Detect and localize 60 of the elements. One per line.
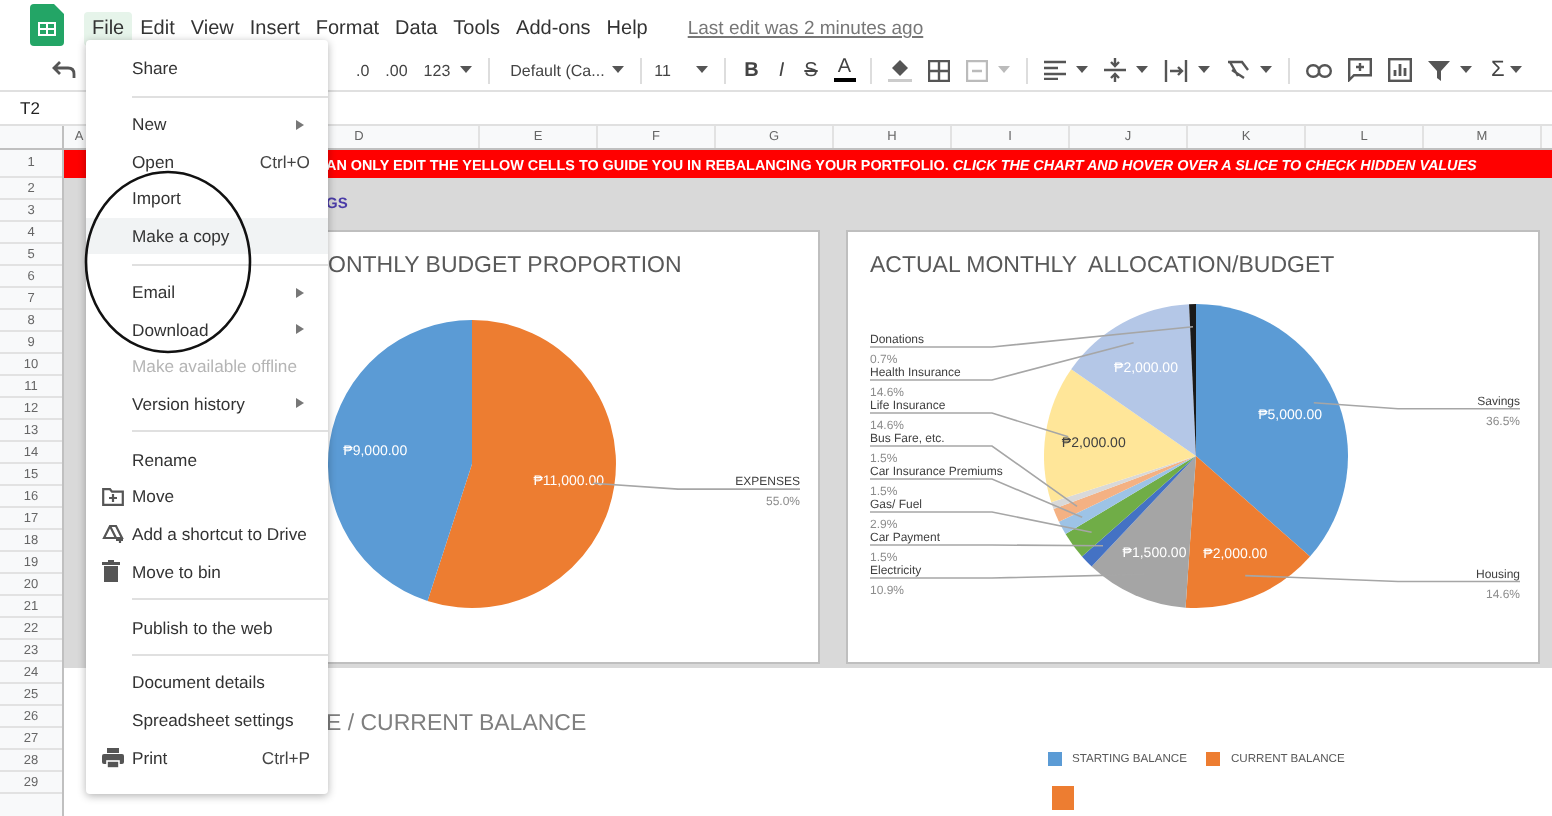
menu-item[interactable]: Print Ctrl+P bbox=[86, 738, 328, 776]
chart-bar bbox=[1052, 786, 1074, 810]
caret-icon[interactable] bbox=[1135, 66, 1148, 74]
submenu-arrow-icon bbox=[296, 324, 304, 335]
link-icon[interactable] bbox=[1305, 63, 1332, 77]
menu-item[interactable]: Share bbox=[86, 50, 328, 88]
menu-item[interactable]: Tools bbox=[445, 12, 509, 46]
functions-button[interactable]: Σ bbox=[1487, 58, 1509, 82]
menu-item[interactable]: Edit bbox=[132, 12, 183, 46]
caret-icon[interactable] bbox=[1259, 66, 1272, 74]
undo-icon[interactable] bbox=[52, 60, 76, 80]
caret-icon[interactable] bbox=[1197, 66, 1210, 74]
menu-item[interactable]: Help bbox=[598, 12, 656, 46]
caret-icon[interactable] bbox=[1075, 66, 1088, 74]
chart-title: ACTUAL MONTHLY ALLOCATION/BUDGET bbox=[870, 252, 1335, 282]
printer-icon bbox=[102, 747, 124, 768]
caret-icon[interactable] bbox=[1459, 66, 1472, 74]
number-format-button[interactable]: 123 bbox=[419, 61, 455, 79]
font-size-dropdown[interactable]: 11 bbox=[650, 61, 695, 79]
menu-item[interactable]: Format bbox=[307, 12, 388, 46]
filter-icon[interactable] bbox=[1427, 59, 1450, 81]
menu-item[interactable]: Make a copy bbox=[86, 217, 328, 255]
italic-button[interactable]: I bbox=[774, 59, 789, 81]
text-wrap-icon[interactable] bbox=[1163, 59, 1188, 81]
menu-item[interactable]: Import bbox=[86, 180, 328, 218]
increase-decimal-button[interactable]: .00 bbox=[381, 61, 412, 79]
align-left-icon[interactable] bbox=[1043, 60, 1066, 80]
caret-icon[interactable] bbox=[612, 66, 625, 74]
caret-icon[interactable] bbox=[1510, 66, 1523, 74]
bold-button[interactable]: B bbox=[740, 59, 763, 81]
chart-title: ONTHLY BUDGET PROPORTION bbox=[328, 252, 682, 282]
decrease-decimal-button[interactable]: .0 bbox=[352, 61, 374, 79]
text-color-button[interactable]: A bbox=[833, 58, 856, 82]
menu-item[interactable]: Data bbox=[387, 12, 446, 46]
menu-item[interactable]: Add-ons bbox=[508, 12, 599, 46]
text-rotation-icon[interactable] bbox=[1225, 60, 1250, 80]
cell-reference: T2 bbox=[20, 98, 40, 118]
sheets-logo-icon[interactable] bbox=[30, 4, 64, 46]
fill-color-icon[interactable] bbox=[887, 58, 912, 82]
vertical-align-icon[interactable] bbox=[1103, 58, 1126, 82]
chart-icon[interactable] bbox=[1387, 58, 1412, 82]
folder-icon bbox=[102, 487, 124, 506]
strikethrough-button[interactable]: S bbox=[800, 59, 822, 81]
submenu-arrow-icon bbox=[296, 398, 304, 409]
font-dropdown[interactable]: Default (Ca... bbox=[506, 61, 611, 79]
caret-icon[interactable] bbox=[460, 66, 473, 74]
menu-item[interactable]: Document details bbox=[86, 664, 328, 702]
trash-icon bbox=[102, 560, 120, 583]
submenu-arrow-icon bbox=[296, 119, 304, 130]
caret-icon[interactable] bbox=[696, 66, 709, 74]
last-edit-link[interactable]: Last edit was 2 minutes ago bbox=[687, 18, 924, 40]
merge-cells-icon[interactable] bbox=[965, 59, 988, 81]
comment-icon[interactable] bbox=[1347, 58, 1372, 82]
drive-shortcut-icon bbox=[102, 522, 124, 545]
borders-icon[interactable] bbox=[927, 59, 950, 81]
menu-item[interactable]: Insert bbox=[241, 12, 308, 46]
chart-title: E / CURRENT BALANCE bbox=[326, 712, 589, 736]
submenu-arrow-icon bbox=[296, 287, 304, 298]
menu-item[interactable]: Spreadsheet settings bbox=[86, 701, 328, 739]
menu-item[interactable]: View bbox=[182, 12, 242, 46]
